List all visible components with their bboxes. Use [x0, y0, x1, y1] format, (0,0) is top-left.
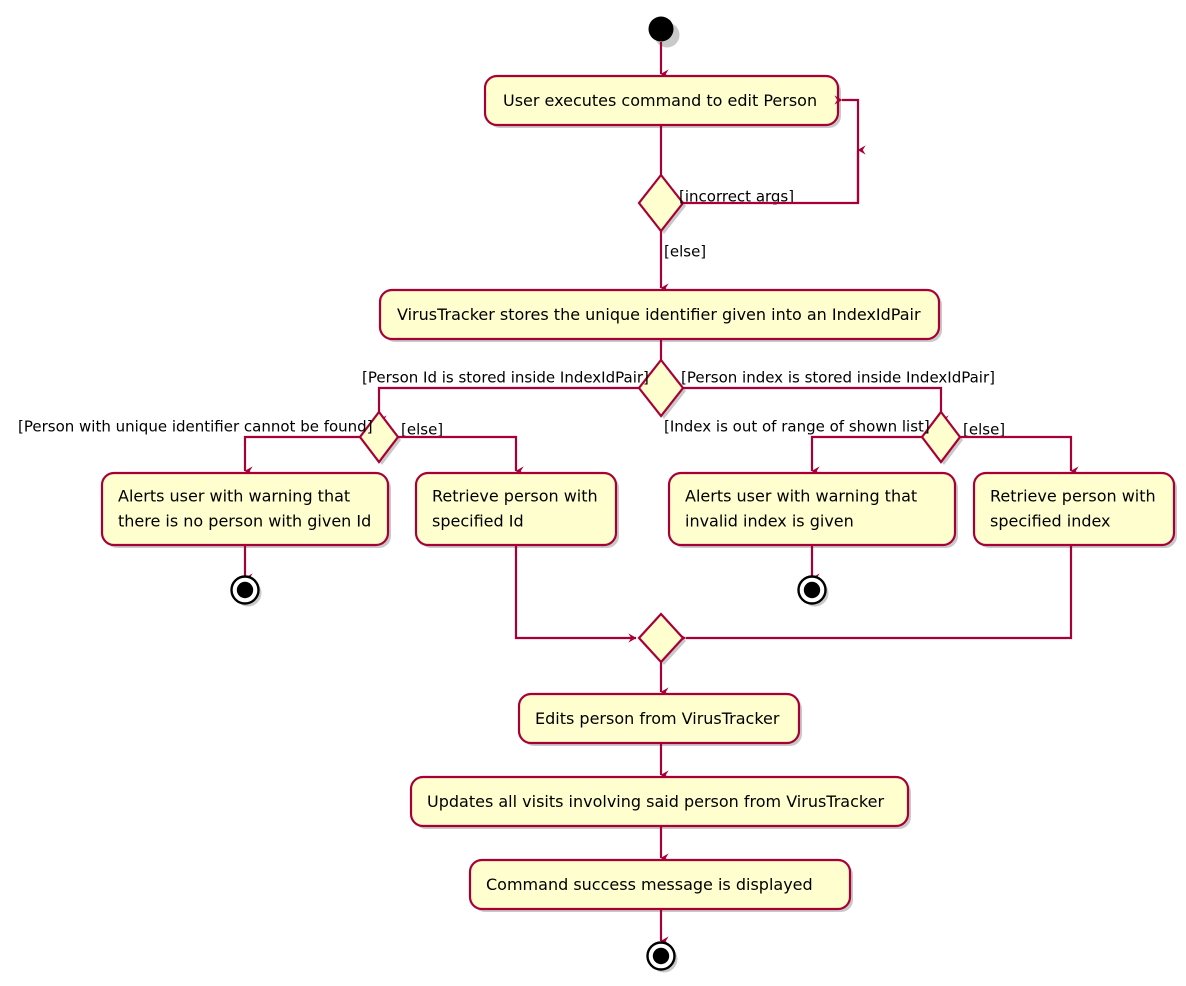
merge-node [637, 612, 686, 665]
edge-retrieve-id-to-merge [514, 545, 637, 643]
activity-alert-no-person-with-id: Alerts user with warning that there is n… [100, 471, 391, 548]
guard-person-index-stored: [Person index is stored inside IndexIdPa… [681, 369, 995, 387]
edge-id-decision-to-retrieve-id [398, 435, 524, 476]
activity-label-line2: there is no person with given Id [118, 512, 371, 531]
guard-else-id: [else] [401, 421, 443, 439]
final-node-no-person [230, 575, 262, 607]
guard-index-out-of-range: [Index is out of range of shown list] [664, 418, 930, 436]
activity-user-executes-command: User executes command to edit Person [483, 74, 841, 128]
activity-label: VirusTracker stores the unique identifie… [397, 305, 921, 324]
guard-else-index: [else] [963, 421, 1005, 439]
guard-person-not-found: [Person with unique identifier cannot be… [18, 418, 373, 436]
activity-label-line1: Alerts user with warning that [118, 487, 350, 506]
activity-label-line2: specified index [990, 512, 1111, 531]
activity-label-line2: specified Id [432, 512, 524, 531]
activity-label: Command success message is displayed [486, 875, 813, 894]
edge-index-decision-to-alert-bad-index [810, 435, 922, 476]
activity-label: Updates all visits involving said person… [427, 792, 884, 811]
activity-label-line1: Retrieve person with [990, 487, 1156, 506]
guard-else-args: [else] [664, 243, 706, 261]
activity-label-line1: Retrieve person with [432, 487, 598, 506]
edge-index-decision-to-retrieve-index [960, 435, 1079, 476]
activity-label-line1: Alerts user with warning that [685, 487, 917, 506]
activity-retrieve-person-by-index: Retrieve person with specified index [972, 471, 1177, 548]
activity-success-message: Command success message is displayed [468, 858, 853, 912]
edge-incorrect-args-loop-back [834, 95, 860, 203]
final-node-invalid-index [797, 575, 829, 607]
edge-pair-kind-to-id-decision [377, 386, 639, 425]
edge-id-decision-to-alert-no-person [243, 435, 360, 476]
activity-alert-invalid-index: Alerts user with warning that invalid in… [667, 471, 958, 548]
activity-updates-visits: Updates all visits involving said person… [409, 775, 911, 829]
activity-diagram-svg: User executes command to edit Person [in… [18, 16, 1177, 973]
activity-label-line2: invalid index is given [685, 512, 854, 531]
edge-retrieve-index-to-merge [678, 545, 1073, 643]
edge-pair-kind-to-index-decision [683, 386, 949, 425]
activity-diagram-canvas: User executes command to edit Person [in… [0, 0, 1186, 986]
activity-label: User executes command to edit Person [503, 91, 817, 110]
guard-person-id-stored: [Person Id is stored inside IndexIdPair] [362, 369, 649, 387]
activity-label: Edits person from VirusTracker [535, 709, 780, 728]
initial-node-start [648, 16, 680, 48]
activity-store-index-id-pair: VirusTracker stores the unique identifie… [378, 288, 942, 342]
activity-edits-person: Edits person from VirusTracker [517, 692, 802, 746]
final-node-success [646, 941, 678, 973]
activity-retrieve-person-by-id: Retrieve person with specified Id [414, 471, 619, 548]
